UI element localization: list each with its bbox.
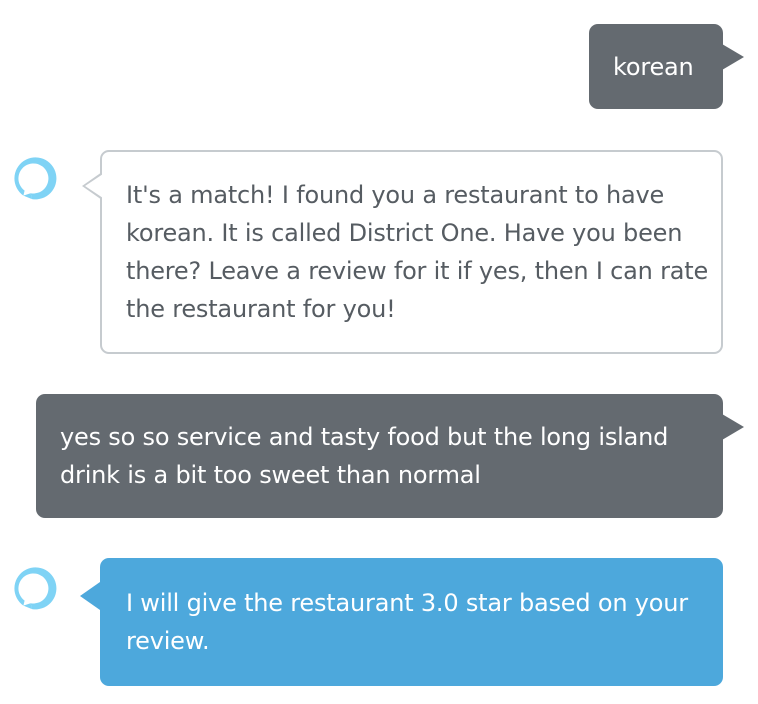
message-text: It's a match! I found you a restaurant t… (126, 181, 709, 323)
assistant-response-bubble: I will give the restaurant 3.0 star base… (80, 558, 723, 686)
alexa-ring-icon (14, 567, 57, 610)
user-message-bubble: korean (589, 24, 744, 109)
message-text: I will give the restaurant 3.0 star base… (126, 589, 688, 655)
user-message-bubble: yes so so service and tasty food but the… (36, 394, 744, 518)
message-text: yes so so service and tasty food but the… (60, 423, 669, 489)
message-text: korean (613, 53, 694, 81)
alexa-ring-icon (14, 157, 57, 200)
assistant-message-bubble: It's a match! I found you a restaurant t… (82, 150, 723, 354)
